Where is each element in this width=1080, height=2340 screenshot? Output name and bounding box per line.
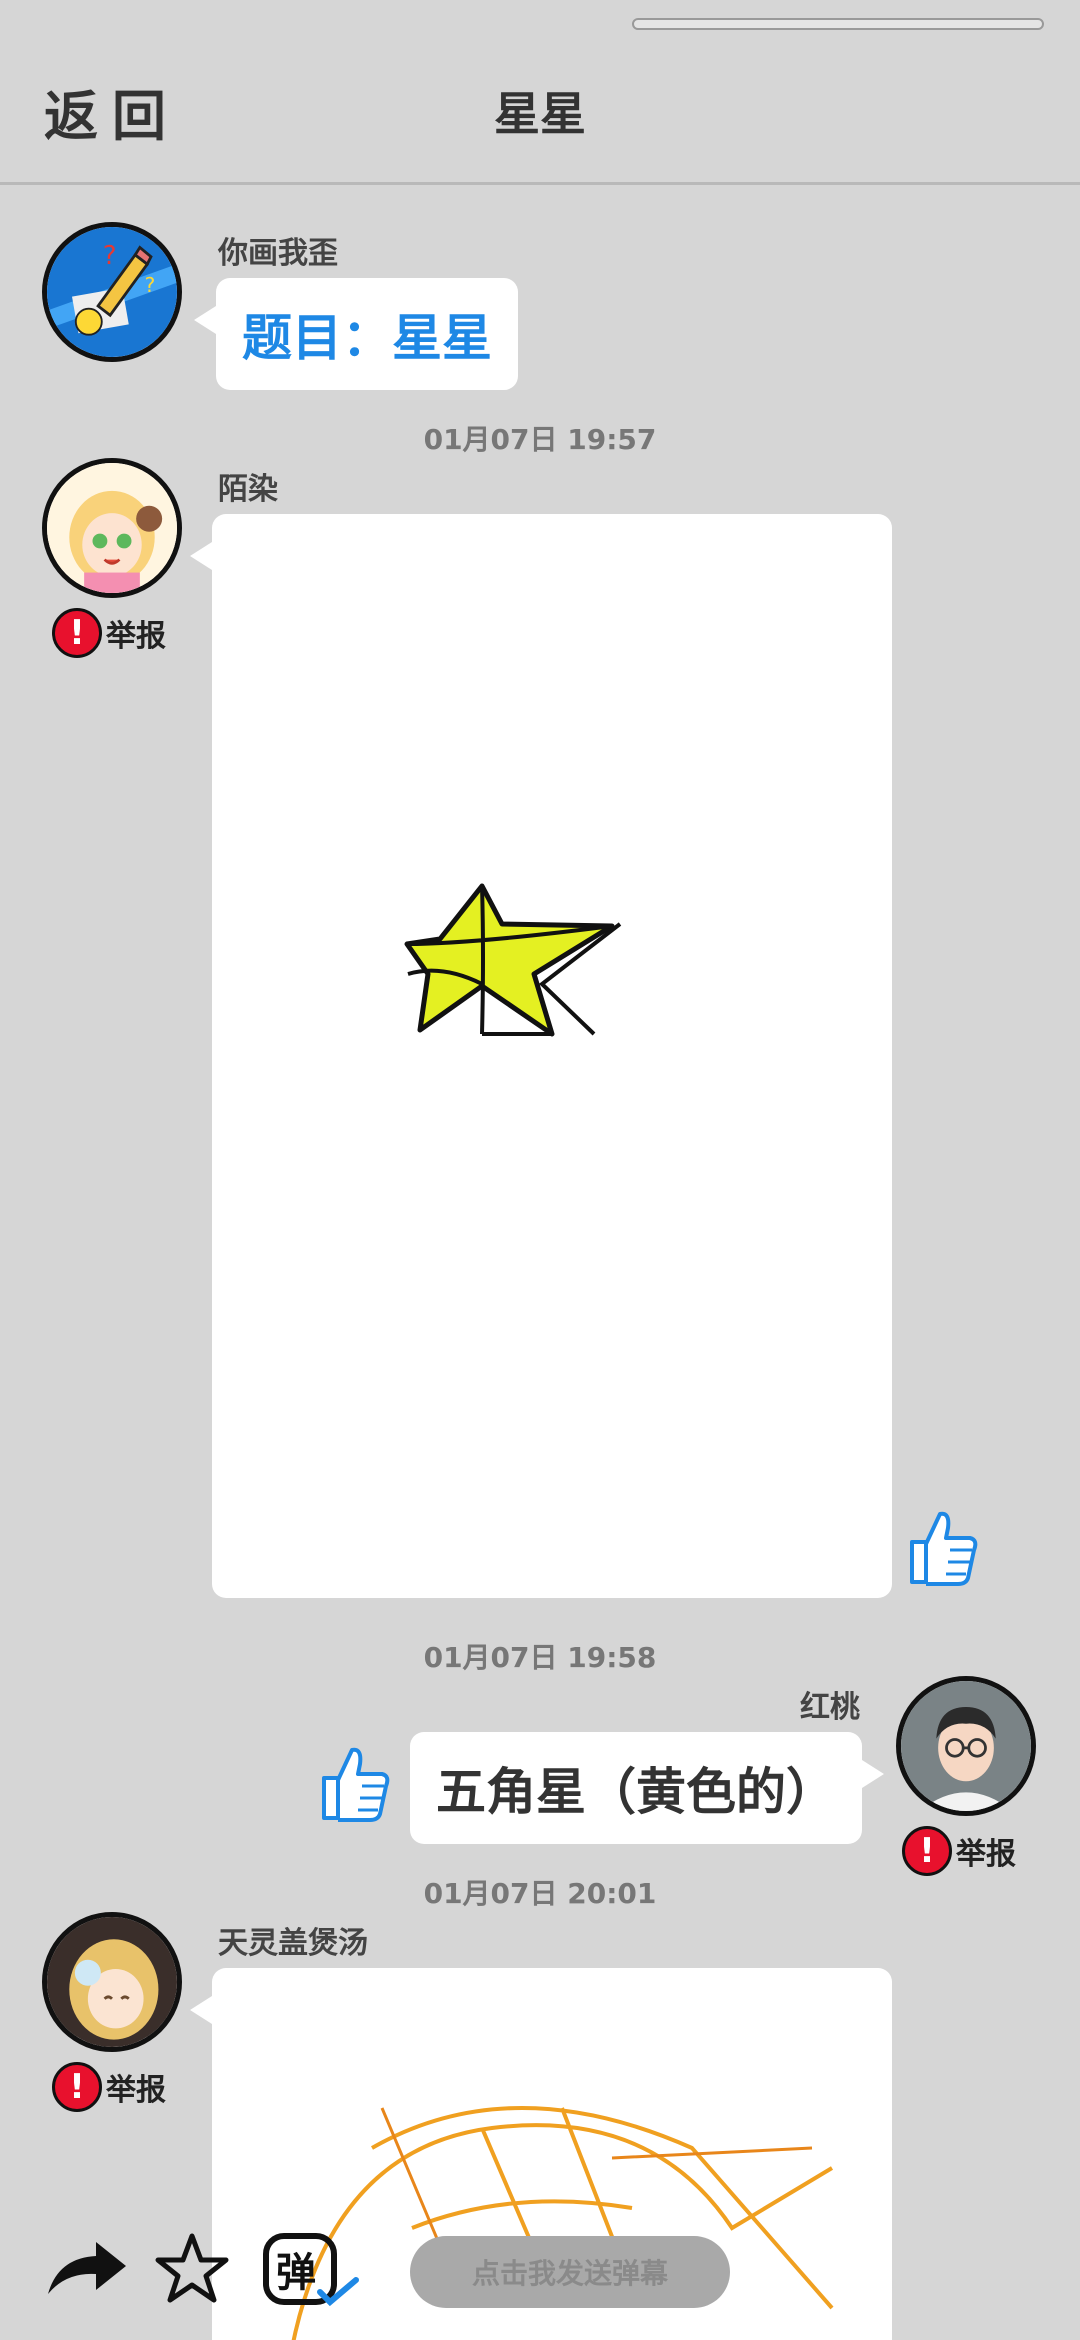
report-button[interactable]: ! 举报 xyxy=(52,608,166,658)
exclamation-icon: ! xyxy=(52,608,102,658)
header: 返回 星星 xyxy=(0,0,1080,185)
sender-name: 天灵盖煲汤 xyxy=(218,1926,368,1961)
anime-girl-avatar-icon xyxy=(47,463,177,593)
report-button[interactable]: ! 举报 xyxy=(52,2062,166,2112)
star-drawing xyxy=(404,883,622,1037)
topic-text: 题目：星星 xyxy=(242,309,492,367)
like-thumb-icon[interactable] xyxy=(906,1506,980,1590)
avatar-host[interactable]: ? ? xyxy=(42,222,182,362)
report-label: 举报 xyxy=(956,1837,1016,1872)
sender-name: 红桃 xyxy=(800,1690,860,1725)
message-timestamp: 01月07日 20:01 xyxy=(423,1877,657,1910)
avatar-user[interactable] xyxy=(42,458,182,598)
sender-name: 你画我歪 xyxy=(218,236,338,271)
share-icon[interactable] xyxy=(44,2238,128,2302)
like-thumb-icon[interactable] xyxy=(318,1742,392,1826)
report-label: 举报 xyxy=(106,619,166,654)
message-bubble: 题目：星星 xyxy=(194,278,518,390)
message-timestamp: 01月07日 19:57 xyxy=(423,423,657,456)
message-timestamp: 01月07日 19:58 xyxy=(423,1641,657,1674)
drawing-bubble[interactable] xyxy=(190,514,892,1598)
pencil-avatar-icon: ? ? xyxy=(47,227,177,357)
avatar-user[interactable] xyxy=(42,1912,182,2052)
sender-name: 陌染 xyxy=(218,472,278,507)
guess-text: 五角星（黄色的） xyxy=(436,1763,836,1821)
page-title: 星星 xyxy=(494,87,586,141)
message-bubble: 五角星（黄色的） xyxy=(410,1732,884,1844)
avatar-user[interactable] xyxy=(896,1676,1036,1816)
star-icon[interactable] xyxy=(154,2232,230,2308)
exclamation-icon: ! xyxy=(52,2062,102,2112)
report-label: 举报 xyxy=(106,2073,166,2108)
danmaku-input[interactable]: 点击我发送弹幕 xyxy=(410,2236,730,2308)
anime-blonde-avatar-icon xyxy=(47,1917,177,2047)
report-button[interactable]: ! 举报 xyxy=(902,1826,1016,1876)
svg-text:弹: 弹 xyxy=(276,2250,316,2296)
svg-text:?: ? xyxy=(145,273,156,297)
boy-glasses-avatar-icon xyxy=(901,1681,1031,1811)
svg-text:?: ? xyxy=(103,241,117,271)
danmaku-toggle-icon[interactable]: 弹 xyxy=(262,2232,362,2312)
exclamation-icon: ! xyxy=(902,1826,952,1876)
